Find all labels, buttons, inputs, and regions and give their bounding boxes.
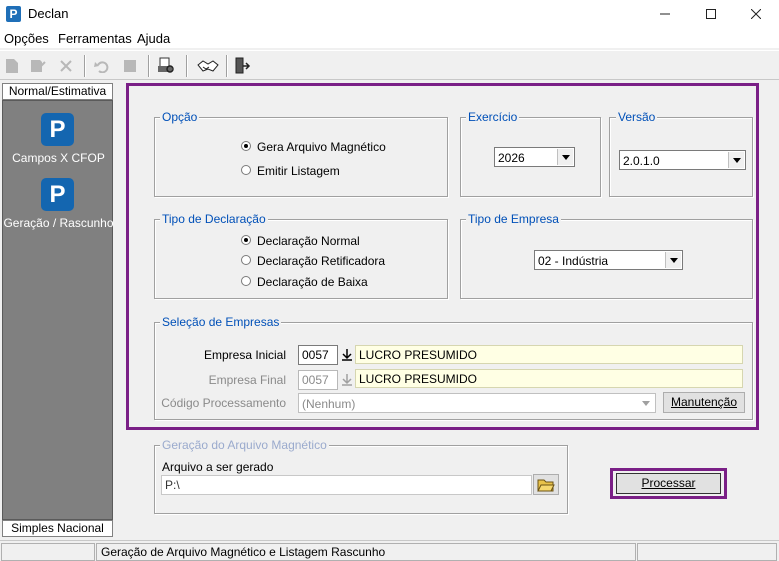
radio-declaracao-normal[interactable]	[241, 235, 251, 245]
empresa-final-name: LUCRO PRESUMIDO	[355, 369, 743, 388]
arquivo-input[interactable]: P:\	[161, 475, 532, 495]
menu-ferramentas[interactable]: Ferramentas	[58, 31, 132, 46]
download-arrow-icon[interactable]	[340, 371, 354, 389]
chevron-down-icon[interactable]	[665, 252, 681, 268]
radio-emitir-listagem-label[interactable]: Emitir Listagem	[257, 164, 340, 178]
left-item-campos-cfop[interactable]: P Campos X CFOP	[3, 113, 114, 173]
new-document-icon[interactable]	[2, 56, 22, 76]
tipo-empresa-select[interactable]: 02 - Indústria	[534, 250, 683, 270]
geracao-rascunho-icon: P	[41, 178, 74, 211]
undo-icon[interactable]	[92, 56, 112, 76]
opcao-group	[154, 117, 448, 197]
status-pane-empty	[1, 543, 95, 561]
status-bar: Geração de Arquivo Magnético e Listagem …	[0, 540, 779, 561]
left-panel: Normal/Estimativa P Campos X CFOP P Gera…	[0, 82, 115, 538]
empresa-final-label: Empresa Final	[208, 373, 286, 387]
menu-opcoes[interactable]: Opções	[4, 31, 49, 46]
arquivo-label: Arquivo a ser gerado	[162, 460, 274, 474]
tipo-empresa-value: 02 - Indústria	[538, 254, 609, 268]
chevron-down-icon[interactable]	[638, 395, 654, 411]
minimize-button[interactable]	[642, 0, 688, 28]
app-icon: P	[6, 6, 21, 22]
left-item-label: Campos X CFOP	[12, 151, 105, 165]
left-item-geracao-rascunho[interactable]: P Geração / Rascunho	[3, 178, 114, 238]
empresa-inicial-label: Empresa Inicial	[203, 348, 286, 362]
versao-select[interactable]: 2.0.1.0	[619, 150, 746, 170]
menu-ajuda[interactable]: Ajuda	[137, 31, 170, 46]
radio-declaracao-retificadora-label[interactable]: Declaração Retificadora	[257, 254, 385, 268]
close-button[interactable]	[733, 0, 779, 28]
close-icon	[751, 9, 761, 19]
window-title: Declan	[28, 6, 69, 21]
left-panel-body: P Campos X CFOP P Geração / Rascunho	[2, 100, 114, 520]
versao-value: 2.0.1.0	[623, 154, 660, 168]
radio-gera-arquivo-label[interactable]: Gera Arquivo Magnético	[257, 140, 386, 154]
empresa-final-code[interactable]: 0057	[298, 370, 338, 390]
toolbar-separator	[186, 55, 188, 77]
tipo-declaracao-group-title: Tipo de Declaração	[160, 212, 268, 226]
maximize-button[interactable]	[688, 0, 734, 28]
exercicio-value: 2026	[498, 151, 525, 165]
radio-emitir-listagem[interactable]	[241, 165, 251, 175]
processar-button[interactable]: Processar	[616, 473, 721, 494]
status-text: Geração de Arquivo Magnético e Listagem …	[96, 543, 636, 561]
opcao-group-title: Opção	[160, 110, 200, 124]
title-bar: P Declan	[0, 0, 779, 28]
exit-door-icon[interactable]	[232, 56, 252, 76]
edit-document-icon[interactable]	[28, 56, 48, 76]
radio-declaracao-normal-label[interactable]: Declaração Normal	[257, 234, 360, 248]
left-panel-footer[interactable]: Simples Nacional	[2, 520, 113, 537]
menu-bar: Opções Ferramentas Ajuda	[0, 28, 779, 48]
left-item-label: Geração / Rascunho	[3, 216, 114, 230]
print-preview-icon[interactable]	[156, 56, 176, 76]
radio-declaracao-baixa[interactable]	[241, 276, 251, 286]
radio-gera-arquivo[interactable]	[241, 141, 251, 151]
toolbar-separator	[148, 55, 150, 77]
manutencao-button[interactable]: Manutenção	[663, 392, 745, 413]
handshake-icon[interactable]	[196, 56, 220, 76]
minimize-icon	[660, 13, 670, 15]
browse-folder-button[interactable]	[533, 474, 559, 495]
toolbar-separator	[226, 55, 228, 77]
geracao-group-title: Geração do Arquivo Magnético	[160, 438, 329, 452]
codigo-processamento-value: (Nenhum)	[302, 397, 356, 411]
chevron-down-icon[interactable]	[728, 152, 744, 168]
radio-declaracao-baixa-label[interactable]: Declaração de Baixa	[257, 275, 368, 289]
exercicio-group-title: Exercício	[466, 110, 520, 124]
codigo-processamento-select[interactable]: (Nenhum)	[298, 393, 656, 413]
exercicio-select[interactable]: 2026	[494, 147, 575, 167]
left-panel-header[interactable]: Normal/Estimativa	[2, 83, 113, 100]
status-pane-right	[637, 543, 777, 561]
codigo-processamento-label: Código Processamento	[161, 396, 286, 410]
selecao-empresas-group-title: Seleção de Empresas	[160, 315, 282, 329]
campos-cfop-icon: P	[41, 113, 74, 146]
maximize-icon	[706, 9, 716, 19]
empresa-inicial-name: LUCRO PRESUMIDO	[355, 345, 743, 364]
stop-icon[interactable]	[120, 56, 140, 76]
tipo-empresa-group-title: Tipo de Empresa	[466, 212, 561, 226]
chevron-down-icon[interactable]	[557, 149, 573, 165]
delete-icon[interactable]	[56, 56, 76, 76]
download-arrow-icon[interactable]	[340, 346, 354, 364]
toolbar-separator	[84, 55, 86, 77]
toolbar	[0, 50, 779, 80]
radio-declaracao-retificadora[interactable]	[241, 255, 251, 265]
versao-group-title: Versão	[616, 110, 658, 124]
empresa-inicial-code[interactable]: 0057	[298, 345, 338, 365]
folder-open-icon	[537, 479, 555, 491]
